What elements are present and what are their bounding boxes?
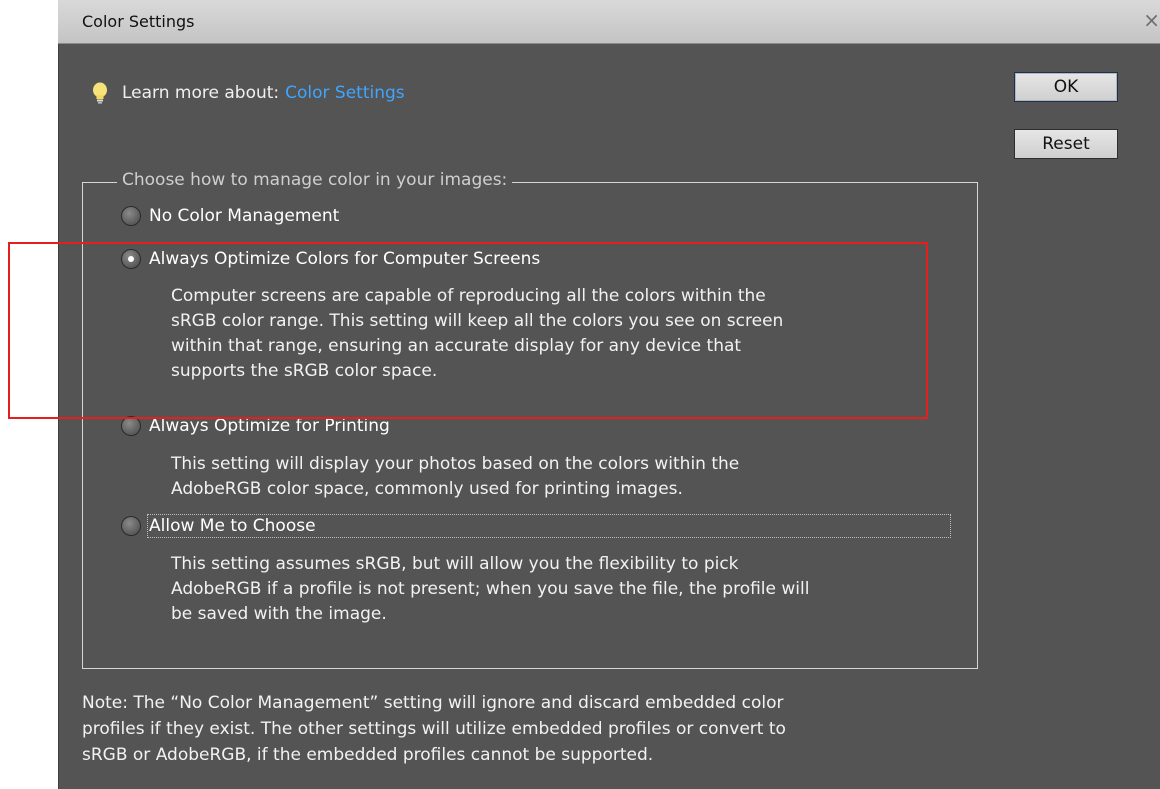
learn-more-row: Learn more about: Color Settings bbox=[92, 80, 405, 106]
description-line: AdobeRGB if a profile is not present; wh… bbox=[171, 579, 810, 599]
color-settings-help-link[interactable]: Color Settings bbox=[285, 83, 405, 103]
option-description-screens: Computer screens are capable of reproduc… bbox=[171, 284, 971, 384]
reset-button[interactable]: Reset bbox=[1014, 129, 1118, 159]
radio-allow-choose[interactable] bbox=[121, 516, 141, 536]
dialog-title: Color Settings bbox=[82, 12, 195, 31]
description-line: sRGB color range. This setting will keep… bbox=[171, 311, 784, 331]
learn-more-label: Learn more about: bbox=[122, 83, 280, 103]
radio-no-color-management[interactable] bbox=[121, 206, 141, 226]
description-line: This setting will display your photos ba… bbox=[171, 454, 740, 474]
option-label: No Color Management bbox=[149, 206, 340, 226]
description-line: be saved with the image. bbox=[171, 604, 387, 624]
note-line: profiles if they exist. The other settin… bbox=[82, 719, 786, 739]
ok-button[interactable]: OK bbox=[1014, 72, 1118, 102]
color-management-group: Choose how to manage color in your image… bbox=[82, 170, 978, 669]
note-text: Note: The “No Color Management” setting … bbox=[82, 690, 982, 768]
option-label: Always Optimize Colors for Computer Scre… bbox=[149, 249, 541, 269]
description-line: within that range, ensuring an accurate … bbox=[171, 336, 742, 356]
note-line: Note: The “No Color Management” setting … bbox=[82, 693, 784, 713]
option-allow-choose[interactable]: Allow Me to Choose bbox=[121, 514, 951, 538]
description-line: This setting assumes sRGB, but will allo… bbox=[171, 554, 739, 574]
title-bar: Color Settings × bbox=[58, 0, 1160, 44]
option-description-printing: This setting will display your photos ba… bbox=[171, 452, 971, 502]
note-line: sRGB or AdobeRGB, if the embedded profil… bbox=[82, 745, 654, 765]
option-description-allow-choose: This setting assumes sRGB, but will allo… bbox=[171, 552, 971, 627]
description-line: Computer screens are capable of reproduc… bbox=[171, 286, 766, 306]
option-no-color-management[interactable]: No Color Management bbox=[121, 206, 339, 226]
radio-optimize-screens[interactable] bbox=[121, 249, 141, 269]
group-legend: Choose how to manage color in your image… bbox=[117, 170, 513, 190]
description-line: supports the sRGB color space. bbox=[171, 361, 438, 381]
color-settings-dialog: Color Settings × Learn more about: Color… bbox=[58, 0, 1160, 789]
close-icon[interactable]: × bbox=[1143, 8, 1160, 32]
option-label: Always Optimize for Printing bbox=[149, 416, 390, 436]
option-optimize-screens[interactable]: Always Optimize Colors for Computer Scre… bbox=[121, 249, 540, 269]
radio-optimize-printing[interactable] bbox=[121, 416, 141, 436]
description-line: AdobeRGB color space, commonly used for … bbox=[171, 479, 683, 499]
option-optimize-printing[interactable]: Always Optimize for Printing bbox=[121, 416, 390, 436]
option-label: Allow Me to Choose bbox=[147, 514, 951, 538]
lightbulb-icon bbox=[93, 82, 107, 104]
